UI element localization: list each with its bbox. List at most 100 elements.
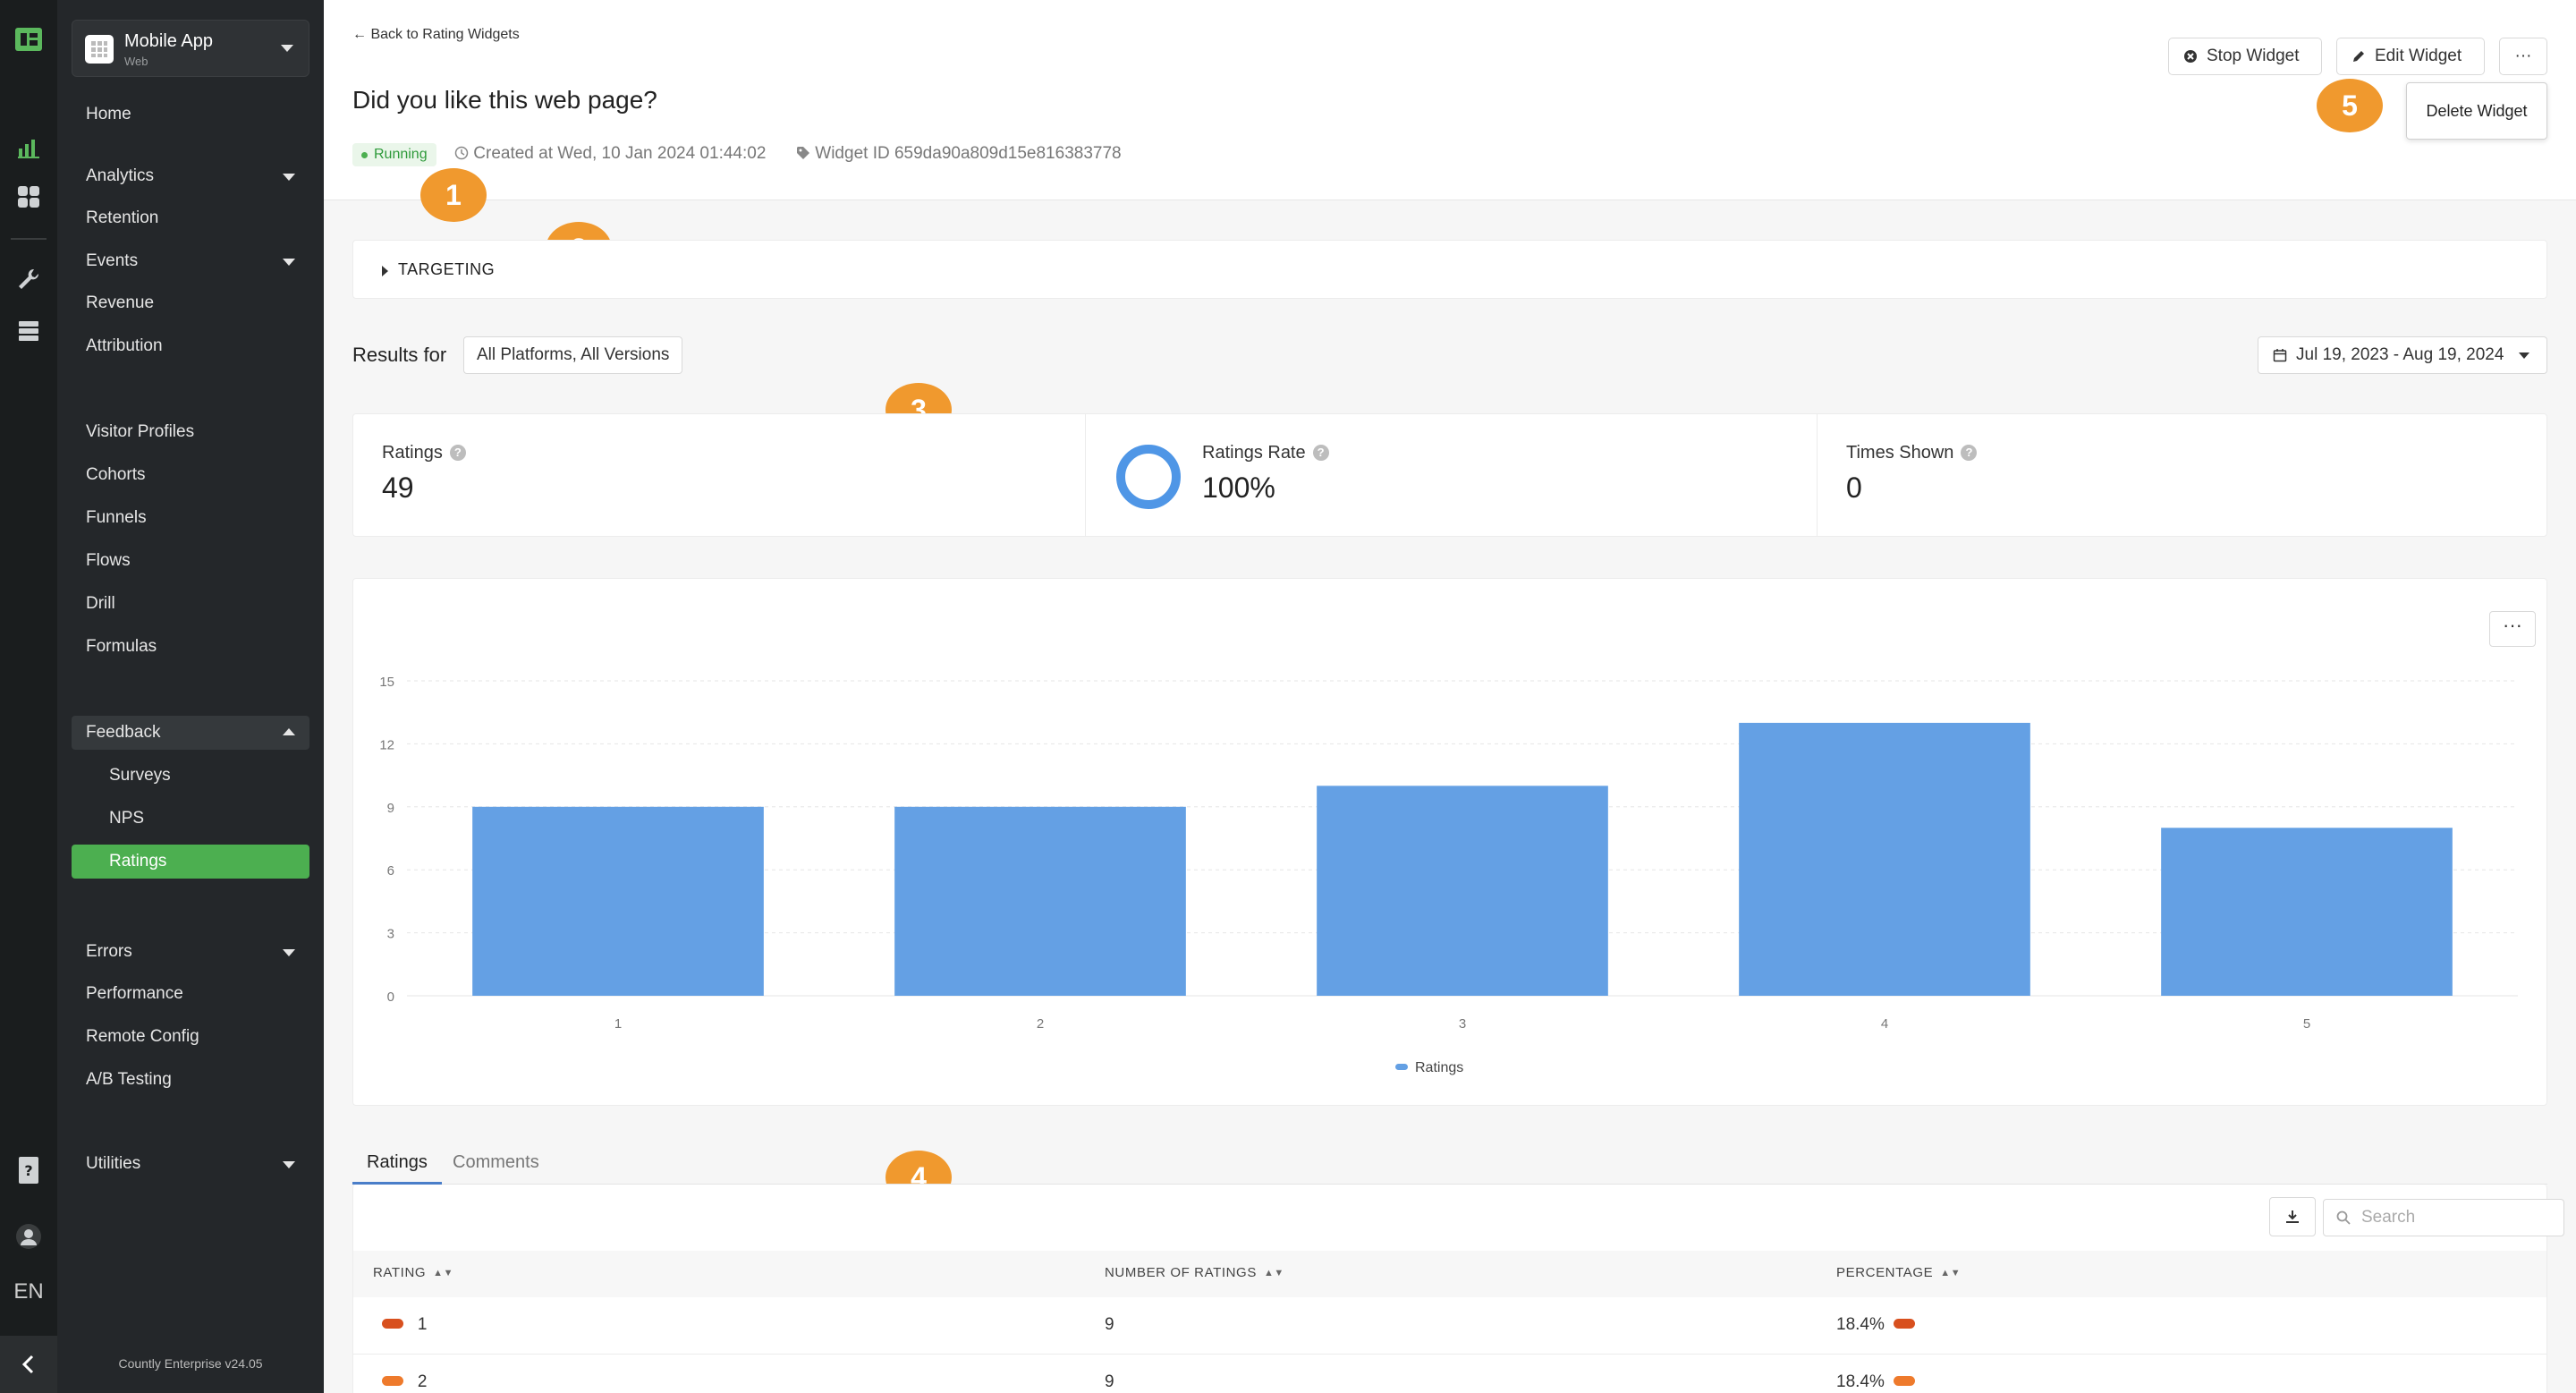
user-avatar-icon[interactable] [13, 1220, 45, 1253]
app-name: Mobile App [124, 31, 213, 51]
ratings-bar-chart: 036912151 2 3 4 5Ratings [379, 675, 2518, 1075]
countly-logo-icon[interactable] [13, 23, 45, 55]
sidebar-item-drill[interactable]: Drill [72, 587, 309, 621]
chevron-up-icon [283, 728, 295, 735]
page-title: Did you like this web page? [352, 86, 657, 114]
x-tick-label: 3 [1459, 1016, 1466, 1032]
x-tick-label: 5 [2303, 1016, 2310, 1032]
percentage-bar [1894, 1319, 1916, 1329]
tabs: Ratings Comments [352, 1145, 2547, 1185]
y-tick-label: 0 [387, 990, 394, 1005]
sidebar-item-cohorts[interactable]: Cohorts [72, 458, 309, 492]
sidebar-item-utilities[interactable]: Utilities [72, 1147, 309, 1181]
metric-label-text: Times Shown [1846, 443, 1954, 463]
database-icon[interactable] [13, 315, 45, 347]
app-selector[interactable]: Mobile App Web [72, 20, 309, 77]
download-icon [2286, 1210, 2299, 1223]
sidebar-item-label: Feedback [86, 723, 161, 742]
widget-id-label: Widget ID [815, 144, 890, 163]
sidebar-item-retention[interactable]: Retention [72, 201, 309, 235]
back-link[interactable]: ← Back to Rating Widgets [352, 27, 520, 43]
wrench-icon[interactable] [13, 263, 45, 295]
percentage-bar [1894, 1376, 1916, 1386]
sidebar-item-visitor-profiles[interactable]: Visitor Profiles [72, 415, 309, 449]
sidebar-item-analytics[interactable]: Analytics [72, 159, 309, 193]
arrow-left-icon: ← [352, 27, 367, 42]
widget-id-value: 659da90a809d15e816383778 [894, 144, 1122, 163]
more-options-button[interactable]: ··· [2499, 38, 2547, 75]
help-icon[interactable]: ? [1961, 445, 1978, 461]
pencil-icon [2353, 51, 2364, 62]
download-button[interactable] [2269, 1197, 2316, 1236]
sidebar-item-errors[interactable]: Errors [72, 935, 309, 969]
sidebar-item-label: Errors [86, 942, 132, 961]
sidebar-item-ab-testing[interactable]: A/B Testing [72, 1063, 309, 1097]
y-tick-label: 12 [379, 737, 394, 752]
delete-widget-menu-item[interactable]: Delete Widget [2406, 82, 2547, 140]
count-cell: 9 [1105, 1315, 1114, 1334]
column-label: RATING [373, 1265, 427, 1280]
version-label: Countly Enterprise v24.05 [118, 1356, 263, 1371]
y-tick-label: 15 [379, 675, 394, 690]
tag-icon [797, 147, 809, 159]
results-for-label: Results for [352, 344, 447, 366]
edit-widget-button[interactable]: Edit Widget [2336, 38, 2485, 75]
stop-widget-button[interactable]: Stop Widget [2168, 38, 2322, 75]
bar-rating-5 [2161, 828, 2453, 996]
collapse-sidebar-button[interactable] [0, 1336, 57, 1393]
main-content: ← Back to Rating Widgets Did you like th… [324, 0, 2576, 1393]
sidebar-item-remote-config[interactable]: Remote Config [72, 1020, 309, 1054]
language-selector[interactable]: EN [0, 1279, 57, 1304]
rating-cell: 1 [382, 1315, 427, 1335]
analytics-icon[interactable] [13, 131, 45, 163]
count-cell: 9 [1105, 1372, 1114, 1391]
sidebar-item-performance[interactable]: Performance [72, 977, 309, 1011]
sidebar-item-funnels[interactable]: Funnels [72, 501, 309, 535]
help-icon[interactable]: ? [449, 445, 466, 461]
column-percentage[interactable]: PERCENTAGE ▲▼ [1836, 1265, 1961, 1280]
widget-id: Widget ID 659da90a809d15e816383778 [796, 144, 1122, 164]
bar-rating-4 [1739, 722, 2030, 996]
metric-label-text: Ratings Rate [1202, 443, 1306, 463]
platform-filter-button[interactable]: All Platforms, All Versions [463, 336, 683, 374]
help-document-icon[interactable]: ? [13, 1154, 45, 1186]
stop-circle-icon [2184, 50, 2197, 63]
column-number-of-ratings[interactable]: NUMBER OF RATINGS ▲▼ [1105, 1265, 1284, 1280]
sidebar-item-home[interactable]: Home [72, 98, 309, 132]
table-header: RATING ▲▼ NUMBER OF RATINGS ▲▼ PERCENTAGE ▲… [353, 1251, 2546, 1297]
sidebar-item-surveys[interactable]: Surveys [72, 759, 309, 793]
tab-ratings[interactable]: Ratings [352, 1152, 442, 1185]
created-at-text: Created at Wed, 10 Jan 2024 01:44:02 [473, 144, 767, 163]
sidebar-item-feedback[interactable]: Feedback [72, 716, 309, 750]
app-platform: Web [124, 55, 148, 68]
search-icon [2336, 1210, 2351, 1225]
status-badge: Running [352, 143, 436, 166]
help-icon[interactable]: ? [1312, 445, 1329, 461]
date-range-picker[interactable]: Jul 19, 2023 - Aug 19, 2024 [2258, 336, 2547, 374]
y-tick-label: 3 [387, 927, 394, 942]
sidebar-item-nps[interactable]: NPS [72, 802, 309, 836]
sidebar: Mobile App Web Home Analytics Retention … [57, 0, 324, 1393]
chevron-down-icon [281, 45, 293, 52]
tab-comments[interactable]: Comments [438, 1152, 554, 1185]
legend-label: Ratings [1415, 1060, 1463, 1075]
y-tick-label: 6 [387, 863, 394, 879]
bar-rating-1 [472, 806, 764, 996]
sidebar-item-formulas[interactable]: Formulas [72, 630, 309, 664]
column-rating[interactable]: RATING ▲▼ [373, 1265, 453, 1280]
search-placeholder: Search [2361, 1208, 2416, 1227]
metric-value: 49 [382, 471, 414, 504]
ratings-table: Search RATING ▲▼ NUMBER OF RATINGS ▲▼ PERC… [352, 1185, 2564, 1393]
sidebar-item-revenue[interactable]: Revenue [72, 286, 309, 320]
sidebar-item-attribution[interactable]: Attribution [72, 329, 309, 363]
sidebar-item-events[interactable]: Events [72, 244, 309, 278]
rating-value: 1 [417, 1315, 428, 1334]
ratings-rate-donut [1116, 445, 1181, 509]
dashboards-icon[interactable] [13, 181, 45, 213]
metric-ratings: Ratings? 49 [353, 414, 1085, 536]
search-input[interactable]: Search [2323, 1199, 2564, 1236]
icon-rail: ? EN [0, 0, 57, 1393]
sidebar-item-ratings[interactable]: Ratings [72, 845, 309, 879]
sidebar-item-flows[interactable]: Flows [72, 544, 309, 578]
targeting-panel[interactable]: TARGETING [352, 240, 2547, 299]
